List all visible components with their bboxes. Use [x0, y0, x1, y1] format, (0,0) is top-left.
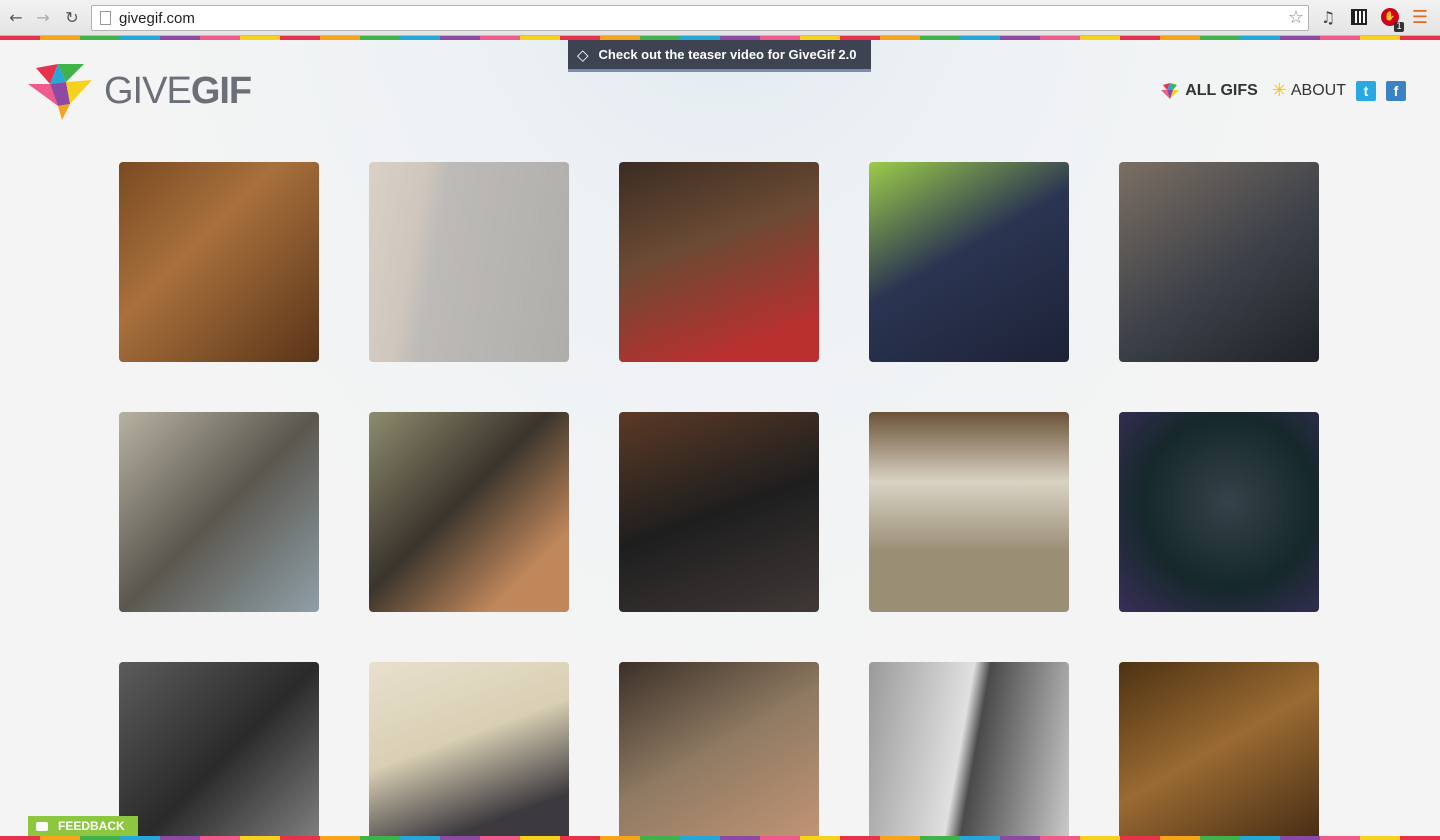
gif-tile[interactable]	[119, 412, 319, 612]
teaser-text[interactable]: Check out the teaser video for GiveGif 2…	[599, 47, 857, 62]
gif-tile[interactable]	[369, 662, 569, 836]
qr-code-icon[interactable]	[1349, 7, 1369, 27]
reload-icon[interactable]: ↻	[61, 6, 83, 28]
url-text[interactable]: givegif.com	[119, 10, 195, 27]
top-nav: ALL GIFS ✳ ABOUT t f	[1153, 80, 1406, 101]
gif-tile[interactable]	[619, 162, 819, 362]
logo-text-bold: GIF	[190, 69, 252, 112]
forward-arrow-icon[interactable]: →	[32, 6, 54, 28]
bookmark-star-icon[interactable]: ☆	[1288, 7, 1304, 28]
gif-tile[interactable]	[619, 412, 819, 612]
rainbow-stripe-bottom	[0, 836, 1440, 840]
nav-all-gifs[interactable]: ALL GIFS	[1161, 82, 1258, 100]
speech-bubble-icon	[36, 821, 48, 831]
nav-about[interactable]: ✳ ABOUT	[1266, 80, 1346, 101]
gif-tile[interactable]	[369, 412, 569, 612]
gem-icon	[1161, 82, 1180, 99]
nav-all-gifs-label: ALL GIFS	[1185, 81, 1258, 99]
logo-text-light: GIVE	[104, 69, 192, 112]
givegif-logo-icon	[28, 64, 92, 120]
logo[interactable]: GIVEGIF	[28, 60, 252, 122]
page-icon	[100, 11, 111, 25]
gif-tile[interactable]	[369, 162, 569, 362]
feedback-button[interactable]: FEEDBACK	[28, 816, 138, 836]
logo-text: GIVEGIF	[104, 69, 252, 113]
gif-tile[interactable]	[869, 412, 1069, 612]
gif-tile[interactable]	[119, 162, 319, 362]
facebook-icon[interactable]: f	[1386, 80, 1406, 101]
browser-menu-icon[interactable]: ☰	[1410, 7, 1430, 28]
feedback-label: FEEDBACK	[58, 819, 125, 833]
browser-toolbar: ← → ↻ givegif.com ☆ ♫ ✋ 1 ☰	[0, 0, 1440, 36]
back-arrow-icon[interactable]: ←	[5, 6, 27, 28]
nav-about-label: ABOUT	[1290, 81, 1346, 99]
sparkle-icon: ✳	[1271, 80, 1287, 101]
adblock-icon[interactable]: ✋ 1	[1380, 7, 1404, 32]
gif-tile[interactable]	[619, 662, 819, 836]
address-bar[interactable]: givegif.com ☆	[91, 5, 1309, 31]
page-content: ◇ Check out the teaser video for GiveGif…	[0, 40, 1440, 836]
teaser-banner[interactable]: ◇ Check out the teaser video for GiveGif…	[568, 40, 871, 72]
gif-tile[interactable]	[869, 662, 1069, 836]
gif-tile[interactable]	[1119, 412, 1319, 612]
gif-tile[interactable]	[1119, 162, 1319, 362]
gif-tile[interactable]	[869, 162, 1069, 362]
gif-tile[interactable]	[1119, 662, 1319, 836]
gif-tile[interactable]	[119, 662, 319, 836]
music-note-icon[interactable]: ♫	[1318, 7, 1338, 27]
twitter-icon[interactable]: t	[1356, 80, 1376, 101]
diamond-icon: ◇	[577, 45, 589, 64]
